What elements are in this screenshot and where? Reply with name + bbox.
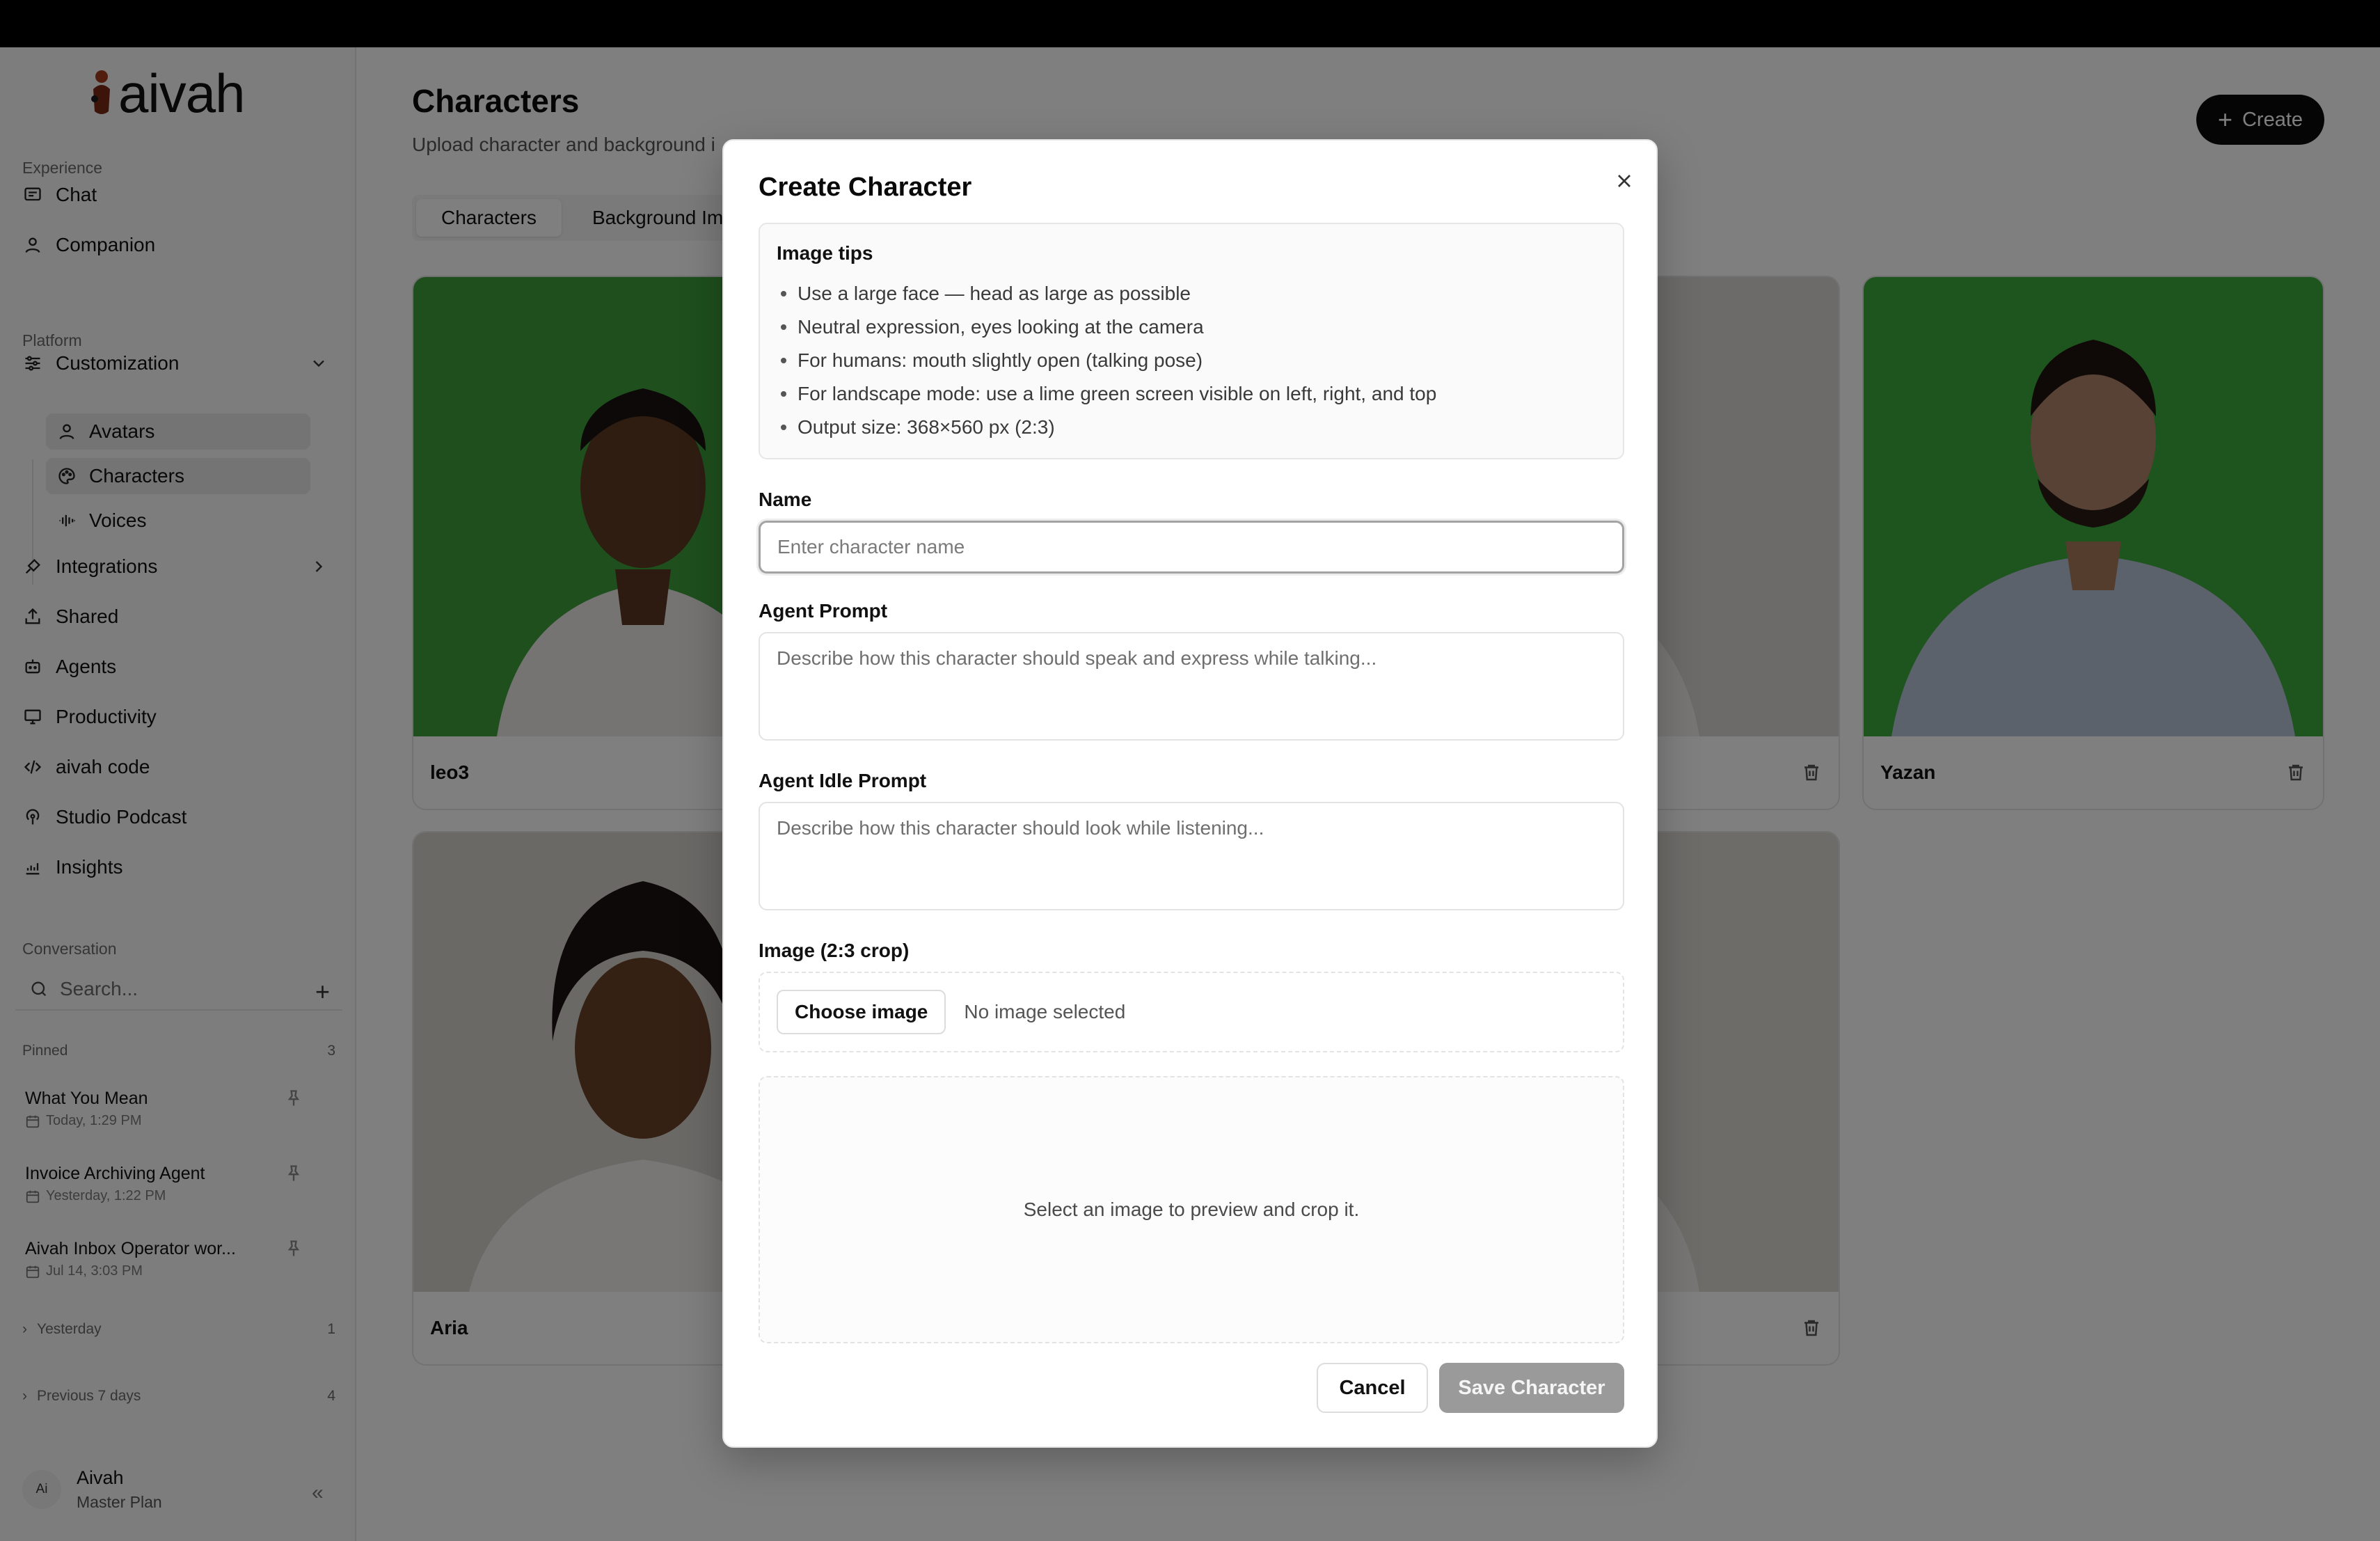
name-field[interactable] <box>759 521 1624 574</box>
file-status: No image selected <box>964 1001 1126 1022</box>
tip-item: For landscape mode: use a lime green scr… <box>777 377 1606 411</box>
tip-item: Use a large face — head as large as poss… <box>777 277 1606 310</box>
image-file-picker: Choose image No image selected <box>759 972 1624 1052</box>
image-preview-area: Select an image to preview and crop it. <box>759 1076 1624 1343</box>
tip-item: Output size: 368×560 px (2:3) <box>777 411 1606 444</box>
choose-image-button[interactable]: Choose image <box>777 990 946 1034</box>
tip-item: For humans: mouth slightly open (talking… <box>777 344 1606 377</box>
tip-item: Neutral expression, eyes looking at the … <box>777 310 1606 344</box>
agent-idle-prompt-label: Agent Idle Prompt <box>759 770 927 791</box>
image-label: Image (2:3 crop) <box>759 940 910 961</box>
preview-placeholder: Select an image to preview and crop it. <box>1023 1199 1360 1220</box>
image-tips-list: Use a large face — head as large as poss… <box>777 277 1606 444</box>
agent-prompt-label: Agent Prompt <box>759 600 888 622</box>
close-icon[interactable] <box>1613 170 1635 192</box>
cancel-button[interactable]: Cancel <box>1317 1363 1428 1413</box>
agent-prompt-field[interactable] <box>759 632 1624 741</box>
window-top-bar <box>0 0 2380 47</box>
agent-idle-prompt-field[interactable] <box>759 802 1624 910</box>
name-label: Name <box>759 489 812 510</box>
image-tips-title: Image tips <box>777 242 873 264</box>
dialog-title: Create Character <box>759 173 972 202</box>
create-character-dialog: Create Character Image tips Use a large … <box>722 139 1658 1448</box>
image-tips-panel: Image tips Use a large face — head as la… <box>759 223 1624 459</box>
save-character-button[interactable]: Save Character <box>1439 1363 1624 1413</box>
